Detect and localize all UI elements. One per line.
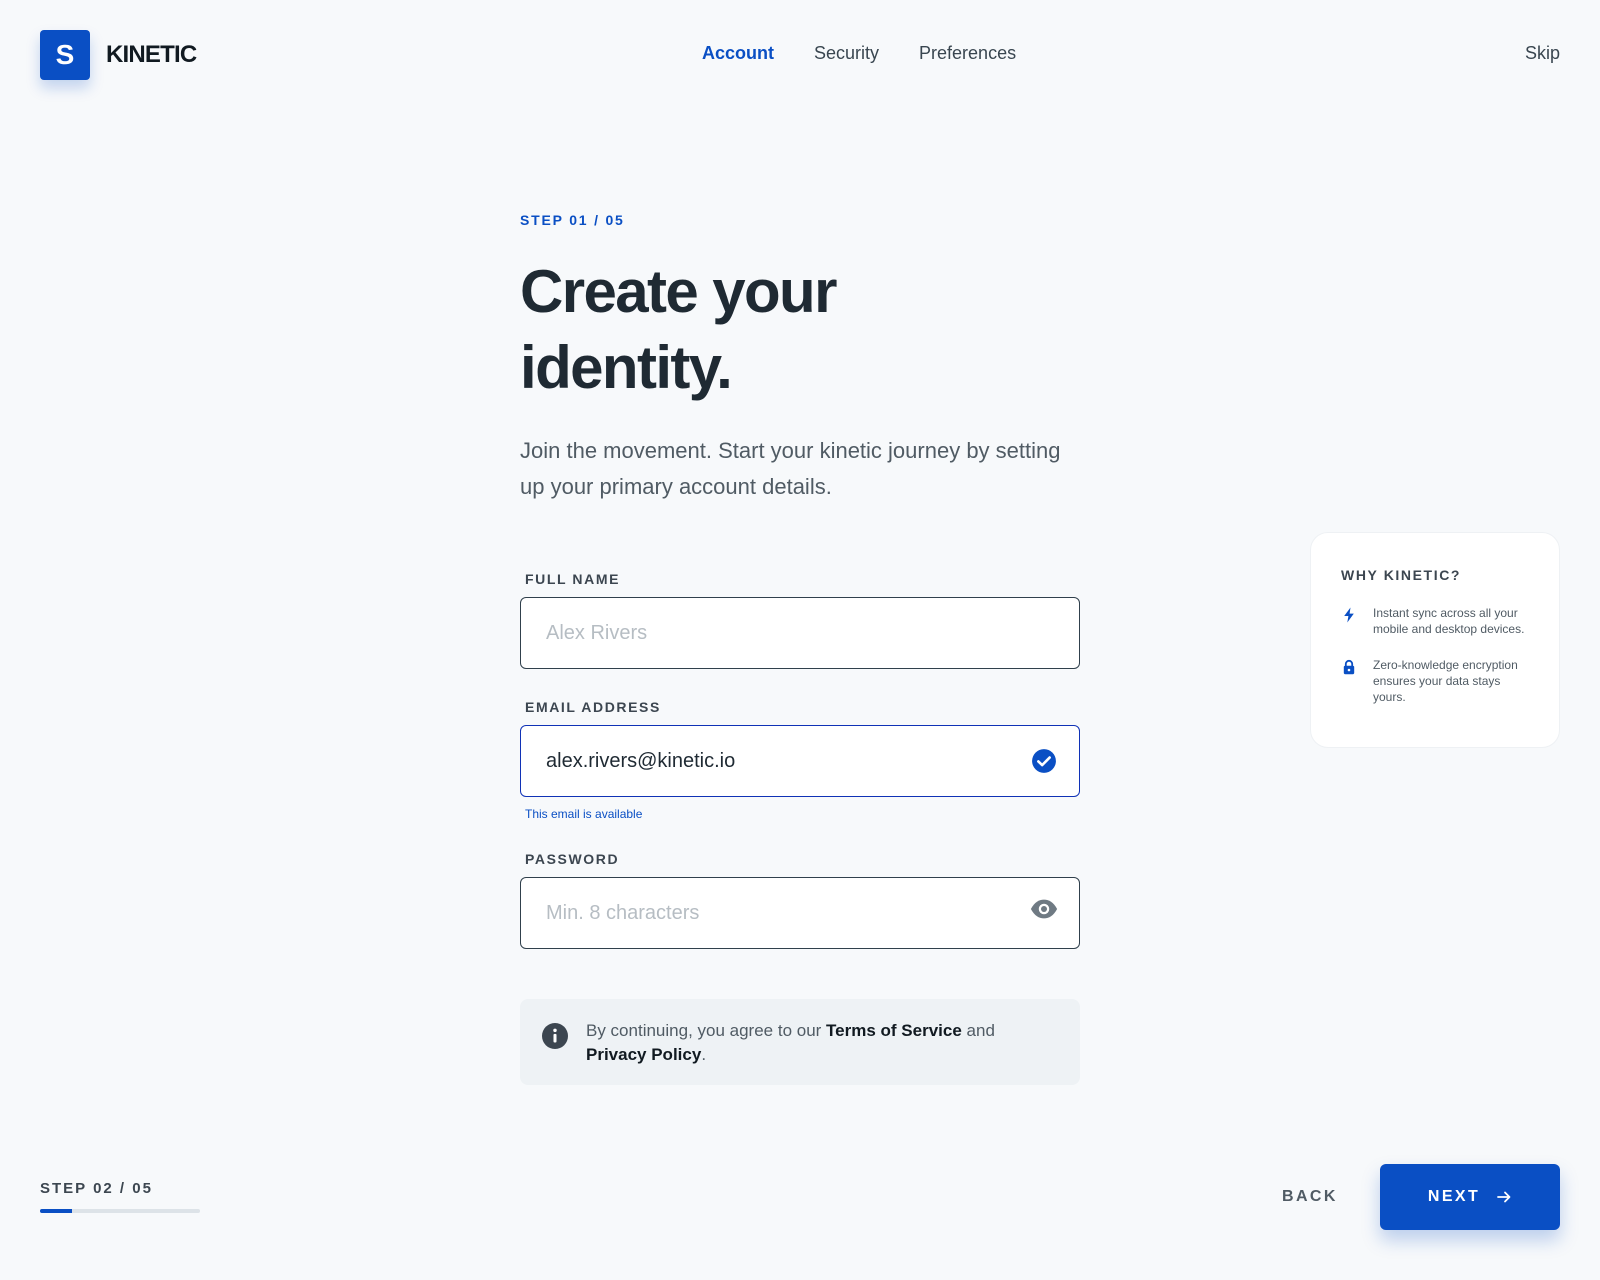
full-name-input[interactable] — [521, 598, 1079, 668]
consent-prefix: By continuing, you agree to our — [586, 1021, 827, 1040]
privacy-policy-link[interactable]: Privacy Policy — [586, 1045, 701, 1064]
progress-bar-track — [40, 1209, 200, 1213]
skip-link[interactable]: Skip — [1525, 43, 1560, 64]
tab-preferences[interactable]: Preferences — [919, 43, 1016, 64]
password-input-wrapper — [520, 877, 1080, 949]
info-icon — [542, 1023, 568, 1049]
why-kinetic-card: WHY KINETIC? Instant sync across all you… — [1310, 532, 1560, 748]
email-field: EMAIL ADDRESS This email is available — [520, 699, 1080, 821]
signup-form-section: STEP 01 / 05 Create your identity. Join … — [520, 212, 1080, 1085]
consent-suffix: . — [701, 1045, 707, 1064]
card-item-sync: Instant sync across all your mobile and … — [1341, 605, 1529, 637]
logo: S — [40, 30, 90, 80]
full-name-field: FULL NAME — [520, 571, 1080, 669]
page-title: Create your identity. — [520, 258, 837, 401]
logo-letter: S — [55, 39, 75, 70]
terms-of-service-link[interactable]: Terms of Service — [826, 1021, 962, 1040]
page-subtitle: Join the movement. Start your kinetic jo… — [520, 438, 1061, 499]
arrow-right-icon — [1497, 1191, 1511, 1203]
email-availability-hint: This email is available — [525, 807, 643, 821]
next-button[interactable]: NEXT — [1380, 1164, 1560, 1230]
next-button-label: NEXT — [1427, 1188, 1481, 1205]
email-label: EMAIL ADDRESS — [525, 699, 661, 715]
password-input[interactable] — [521, 878, 1079, 948]
tab-account[interactable]: Account — [702, 43, 774, 64]
progress-bar-fill — [40, 1209, 72, 1213]
progress-label: STEP 02 / 05 — [40, 1180, 153, 1197]
onboarding-page: S KINETIC Account Security Preferences S… — [0, 0, 1600, 1280]
password-field: PASSWORD — [520, 851, 1080, 949]
step-progress: STEP 02 / 05 — [40, 1180, 200, 1213]
step-indicator: STEP 01 / 05 — [520, 212, 625, 228]
card-item-text: Zero-knowledge encryption ensures your d… — [1373, 658, 1518, 704]
card-item-encryption: Zero-knowledge encryption ensures your d… — [1341, 657, 1529, 705]
card-title: WHY KINETIC? — [1341, 567, 1462, 583]
email-input[interactable] — [521, 726, 1079, 796]
email-input-wrapper — [520, 725, 1080, 797]
brand-name: KINETIC — [106, 41, 197, 68]
lock-icon — [1343, 659, 1355, 675]
check-circle-icon — [1032, 749, 1056, 773]
consent-text: By continuing, you agree to our Terms of… — [586, 1019, 1058, 1067]
full-name-label: FULL NAME — [525, 571, 621, 587]
top-nav: Account Security Preferences — [702, 43, 1016, 64]
card-item-text: Instant sync across all your mobile and … — [1373, 606, 1525, 636]
brand[interactable]: S KINETIC — [40, 30, 197, 80]
full-name-input-wrapper — [520, 597, 1080, 669]
back-button[interactable]: BACK — [1282, 1188, 1338, 1206]
lightning-icon — [1344, 607, 1354, 623]
eye-icon[interactable] — [1029, 894, 1059, 924]
tab-security[interactable]: Security — [814, 43, 879, 64]
password-label: PASSWORD — [525, 851, 620, 867]
terms-consent-notice: By continuing, you agree to our Terms of… — [520, 999, 1080, 1085]
consent-conjunction: and — [961, 1021, 995, 1040]
